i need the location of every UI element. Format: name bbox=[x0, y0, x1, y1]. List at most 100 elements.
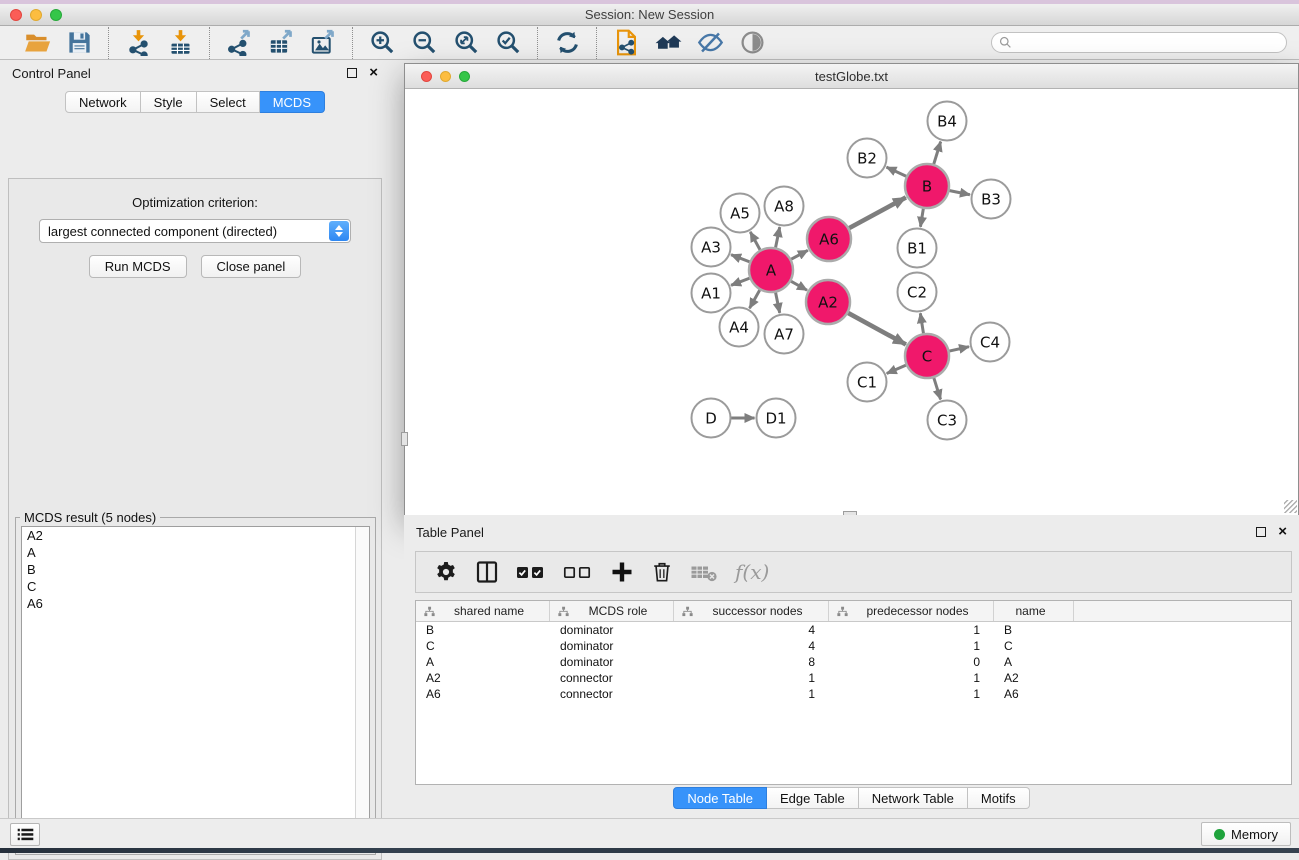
mcds-result-item[interactable]: B bbox=[22, 561, 369, 578]
node-A[interactable]: A bbox=[749, 248, 793, 292]
import-table-icon[interactable] bbox=[165, 28, 195, 58]
edge-C-C2[interactable] bbox=[920, 313, 924, 336]
refresh-network-icon[interactable] bbox=[552, 28, 582, 58]
criterion-dropdown[interactable]: largest connected component (directed) bbox=[39, 219, 351, 243]
mcds-result-item[interactable]: C bbox=[22, 578, 369, 595]
task-history-button[interactable] bbox=[10, 823, 40, 846]
network-minimize-button[interactable] bbox=[440, 71, 451, 82]
tab-mcds[interactable]: MCDS bbox=[260, 91, 325, 113]
node-C3[interactable]: C3 bbox=[928, 401, 967, 440]
tab-edge-table[interactable]: Edge Table bbox=[767, 787, 859, 809]
import-network-icon[interactable] bbox=[123, 28, 153, 58]
export-image-icon[interactable] bbox=[308, 28, 338, 58]
edge-C-C1[interactable] bbox=[887, 364, 909, 373]
tab-network[interactable]: Network bbox=[65, 91, 141, 113]
edge-B-B4[interactable] bbox=[933, 142, 941, 167]
table-row[interactable]: Cdominator41C bbox=[416, 638, 1291, 654]
add-column-icon[interactable] bbox=[610, 558, 634, 586]
export-network-icon[interactable] bbox=[224, 28, 254, 58]
node-D[interactable]: D bbox=[692, 399, 731, 438]
zoom-out-icon[interactable] bbox=[409, 28, 439, 58]
save-session-icon[interactable] bbox=[64, 28, 94, 58]
column-header-MCDS-role[interactable]: MCDS role bbox=[550, 601, 674, 621]
node-B3[interactable]: B3 bbox=[972, 180, 1011, 219]
float-panel-icon[interactable] bbox=[347, 68, 357, 78]
network-window-titlebar[interactable]: testGlobe.txt bbox=[405, 64, 1298, 89]
mcds-result-item[interactable]: A bbox=[22, 544, 369, 561]
close-window-button[interactable] bbox=[10, 9, 22, 21]
left-resize-grip[interactable] bbox=[401, 432, 408, 446]
node-B2[interactable]: B2 bbox=[848, 139, 887, 178]
delete-column-icon[interactable] bbox=[651, 558, 673, 586]
new-network-from-selection-icon[interactable] bbox=[611, 28, 641, 58]
edge-B-B3[interactable] bbox=[947, 190, 970, 195]
node-A5[interactable]: A5 bbox=[721, 194, 760, 233]
node-C[interactable]: C bbox=[905, 334, 949, 378]
node-A3[interactable]: A3 bbox=[692, 228, 731, 267]
node-C1[interactable]: C1 bbox=[848, 363, 887, 402]
node-B[interactable]: B bbox=[905, 164, 949, 208]
column-header-successor-nodes[interactable]: successor nodes bbox=[674, 601, 829, 621]
edge-B-B2[interactable] bbox=[886, 167, 908, 177]
show-columns-icon[interactable] bbox=[475, 558, 499, 586]
show-eye-icon[interactable] bbox=[737, 28, 767, 58]
network-close-button[interactable] bbox=[421, 71, 432, 82]
zoom-in-icon[interactable] bbox=[367, 28, 397, 58]
table-row[interactable]: A6connector11A6 bbox=[416, 686, 1291, 702]
open-file-icon[interactable] bbox=[22, 28, 52, 58]
table-row[interactable]: Adominator80A bbox=[416, 654, 1291, 670]
edge-A2-C[interactable] bbox=[846, 312, 906, 345]
column-header-name[interactable]: name bbox=[994, 601, 1074, 621]
network-zoom-button[interactable] bbox=[459, 71, 470, 82]
memory-button[interactable]: Memory bbox=[1201, 822, 1291, 846]
node-A6[interactable]: A6 bbox=[807, 217, 851, 261]
node-A8[interactable]: A8 bbox=[765, 187, 804, 226]
window-resize-handle[interactable] bbox=[1284, 500, 1297, 513]
minimize-window-button[interactable] bbox=[30, 9, 42, 21]
node-A2[interactable]: A2 bbox=[806, 280, 850, 324]
hide-panel-icon[interactable] bbox=[695, 28, 725, 58]
export-table-icon[interactable] bbox=[266, 28, 296, 58]
zoom-window-button[interactable] bbox=[50, 9, 62, 21]
edge-A-A4[interactable] bbox=[750, 287, 762, 308]
edge-A-A6[interactable] bbox=[789, 250, 808, 260]
tab-motifs[interactable]: Motifs bbox=[968, 787, 1030, 809]
node-C2[interactable]: C2 bbox=[898, 273, 937, 312]
tab-select[interactable]: Select bbox=[197, 91, 260, 113]
node-B1[interactable]: B1 bbox=[898, 229, 937, 268]
tab-style[interactable]: Style bbox=[141, 91, 197, 113]
node-A1[interactable]: A1 bbox=[692, 274, 731, 313]
zoom-fit-icon[interactable] bbox=[451, 28, 481, 58]
node-C4[interactable]: C4 bbox=[971, 323, 1010, 362]
tab-network-table[interactable]: Network Table bbox=[859, 787, 968, 809]
deselect-all-icon[interactable] bbox=[563, 558, 593, 586]
edge-A-A3[interactable] bbox=[731, 255, 752, 263]
close-panel-button[interactable]: Close panel bbox=[201, 255, 302, 278]
result-list-scrollbar[interactable] bbox=[355, 527, 369, 847]
close-panel-icon[interactable]: × bbox=[369, 68, 378, 78]
edge-A-A8[interactable] bbox=[775, 227, 780, 250]
tab-node-table[interactable]: Node Table bbox=[673, 787, 767, 809]
node-A4[interactable]: A4 bbox=[720, 308, 759, 347]
network-canvas[interactable]: B4B2BB3A8A5A6B1A3AA1C2A2A4A7C4CC1C3DD1 bbox=[405, 89, 1298, 515]
close-table-panel-icon[interactable]: × bbox=[1278, 527, 1287, 537]
column-header-shared-name[interactable]: shared name bbox=[416, 601, 550, 621]
search-input[interactable] bbox=[991, 32, 1287, 53]
edge-A6-B[interactable] bbox=[847, 197, 906, 229]
mcds-result-item[interactable]: A6 bbox=[22, 595, 369, 612]
node-A7[interactable]: A7 bbox=[765, 315, 804, 354]
column-header-predecessor-nodes[interactable]: predecessor nodes bbox=[829, 601, 994, 621]
edge-A-A5[interactable] bbox=[750, 232, 761, 253]
float-table-panel-icon[interactable] bbox=[1256, 527, 1266, 537]
select-all-icon[interactable] bbox=[516, 558, 546, 586]
mcds-result-item[interactable]: A2 bbox=[22, 527, 369, 544]
table-settings-icon[interactable] bbox=[434, 558, 458, 586]
node-B4[interactable]: B4 bbox=[928, 102, 967, 141]
edge-A-A1[interactable] bbox=[731, 277, 752, 285]
zoom-selected-icon[interactable] bbox=[493, 28, 523, 58]
table-row[interactable]: Bdominator41B bbox=[416, 622, 1291, 638]
edge-C-C3[interactable] bbox=[933, 375, 941, 399]
table-row[interactable]: A2connector11A2 bbox=[416, 670, 1291, 686]
run-mcds-button[interactable]: Run MCDS bbox=[89, 255, 187, 278]
edge-A-A7[interactable] bbox=[775, 290, 780, 313]
